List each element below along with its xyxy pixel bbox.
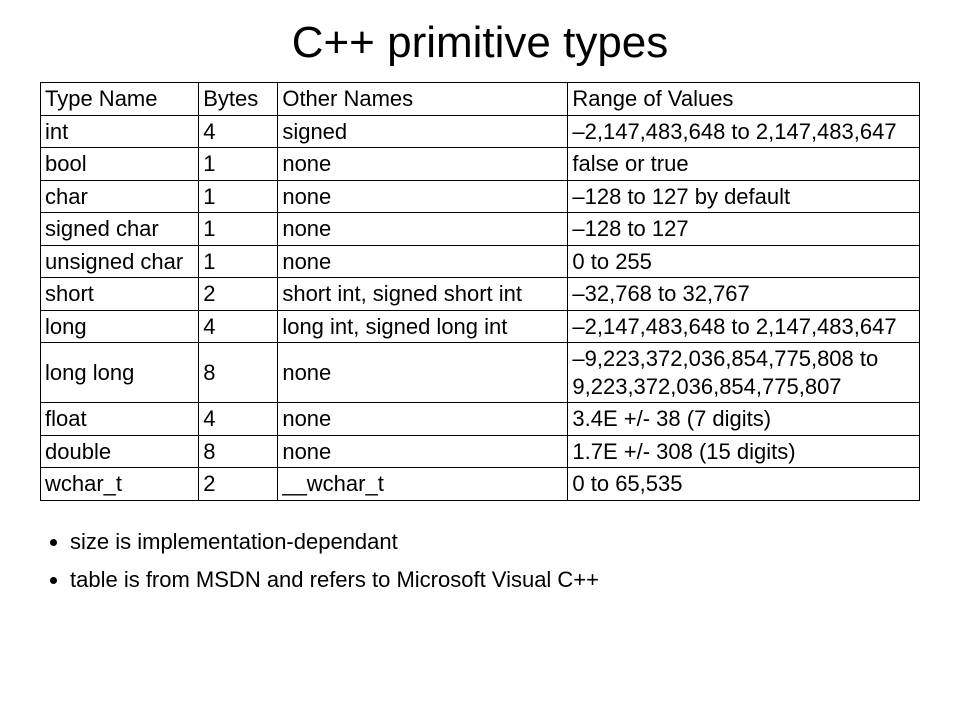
- cell-other: none: [278, 213, 568, 246]
- cell-name: wchar_t: [41, 468, 199, 501]
- table-row: long long8none–9,223,372,036,854,775,808…: [41, 343, 920, 403]
- table-row: int4signed–2,147,483,648 to 2,147,483,64…: [41, 115, 920, 148]
- cell-bytes: 1: [199, 148, 278, 181]
- table-row: bool1nonefalse or true: [41, 148, 920, 181]
- slide: C++ primitive types Type NameBytesOther …: [0, 0, 960, 625]
- table-row: signed char1none–128 to 127: [41, 213, 920, 246]
- cell-other: none: [278, 435, 568, 468]
- cell-other: none: [278, 148, 568, 181]
- table-row: unsigned char1none0 to 255: [41, 245, 920, 278]
- cell-other: none: [278, 245, 568, 278]
- cell-range: false or true: [568, 148, 920, 181]
- cell-range: –9,223,372,036,854,775,808 to 9,223,372,…: [568, 343, 920, 403]
- notes-list: size is implementation-dependant table is…: [70, 529, 920, 593]
- cell-name: long long: [41, 343, 199, 403]
- cell-range: –2,147,483,648 to 2,147,483,647: [568, 115, 920, 148]
- cell-bytes: 8: [199, 343, 278, 403]
- table-row: wchar_t2__wchar_t0 to 65,535: [41, 468, 920, 501]
- cell-name: char: [41, 180, 199, 213]
- cell-other: none: [278, 403, 568, 436]
- column-header: Range of Values: [568, 83, 920, 116]
- types-table: Type NameBytesOther NamesRange of Values…: [40, 82, 920, 501]
- cell-range: –128 to 127: [568, 213, 920, 246]
- cell-range: 0 to 255: [568, 245, 920, 278]
- cell-other: __wchar_t: [278, 468, 568, 501]
- table-row: float4none3.4E +/- 38 (7 digits): [41, 403, 920, 436]
- cell-name: short: [41, 278, 199, 311]
- cell-range: 3.4E +/- 38 (7 digits): [568, 403, 920, 436]
- cell-other: none: [278, 180, 568, 213]
- column-header: Other Names: [278, 83, 568, 116]
- table-row: char1none–128 to 127 by default: [41, 180, 920, 213]
- cell-other: short int, signed short int: [278, 278, 568, 311]
- cell-bytes: 2: [199, 468, 278, 501]
- page-title: C++ primitive types: [40, 18, 920, 68]
- cell-bytes: 4: [199, 403, 278, 436]
- cell-name: long: [41, 310, 199, 343]
- cell-range: 0 to 65,535: [568, 468, 920, 501]
- cell-other: long int, signed long int: [278, 310, 568, 343]
- cell-range: –128 to 127 by default: [568, 180, 920, 213]
- note-item: size is implementation-dependant: [70, 529, 920, 555]
- table-row: long4long int, signed long int–2,147,483…: [41, 310, 920, 343]
- table-row: double8none1.7E +/- 308 (15 digits): [41, 435, 920, 468]
- table-header-row: Type NameBytesOther NamesRange of Values: [41, 83, 920, 116]
- column-header: Bytes: [199, 83, 278, 116]
- cell-name: double: [41, 435, 199, 468]
- cell-range: 1.7E +/- 308 (15 digits): [568, 435, 920, 468]
- cell-name: unsigned char: [41, 245, 199, 278]
- column-header: Type Name: [41, 83, 199, 116]
- cell-bytes: 2: [199, 278, 278, 311]
- cell-bytes: 1: [199, 245, 278, 278]
- cell-bytes: 4: [199, 115, 278, 148]
- cell-bytes: 1: [199, 213, 278, 246]
- cell-other: signed: [278, 115, 568, 148]
- cell-bytes: 4: [199, 310, 278, 343]
- cell-name: signed char: [41, 213, 199, 246]
- note-item: table is from MSDN and refers to Microso…: [70, 567, 920, 593]
- cell-name: bool: [41, 148, 199, 181]
- table-row: short2short int, signed short int–32,768…: [41, 278, 920, 311]
- cell-name: float: [41, 403, 199, 436]
- cell-range: –2,147,483,648 to 2,147,483,647: [568, 310, 920, 343]
- cell-other: none: [278, 343, 568, 403]
- cell-name: int: [41, 115, 199, 148]
- cell-range: –32,768 to 32,767: [568, 278, 920, 311]
- cell-bytes: 1: [199, 180, 278, 213]
- cell-bytes: 8: [199, 435, 278, 468]
